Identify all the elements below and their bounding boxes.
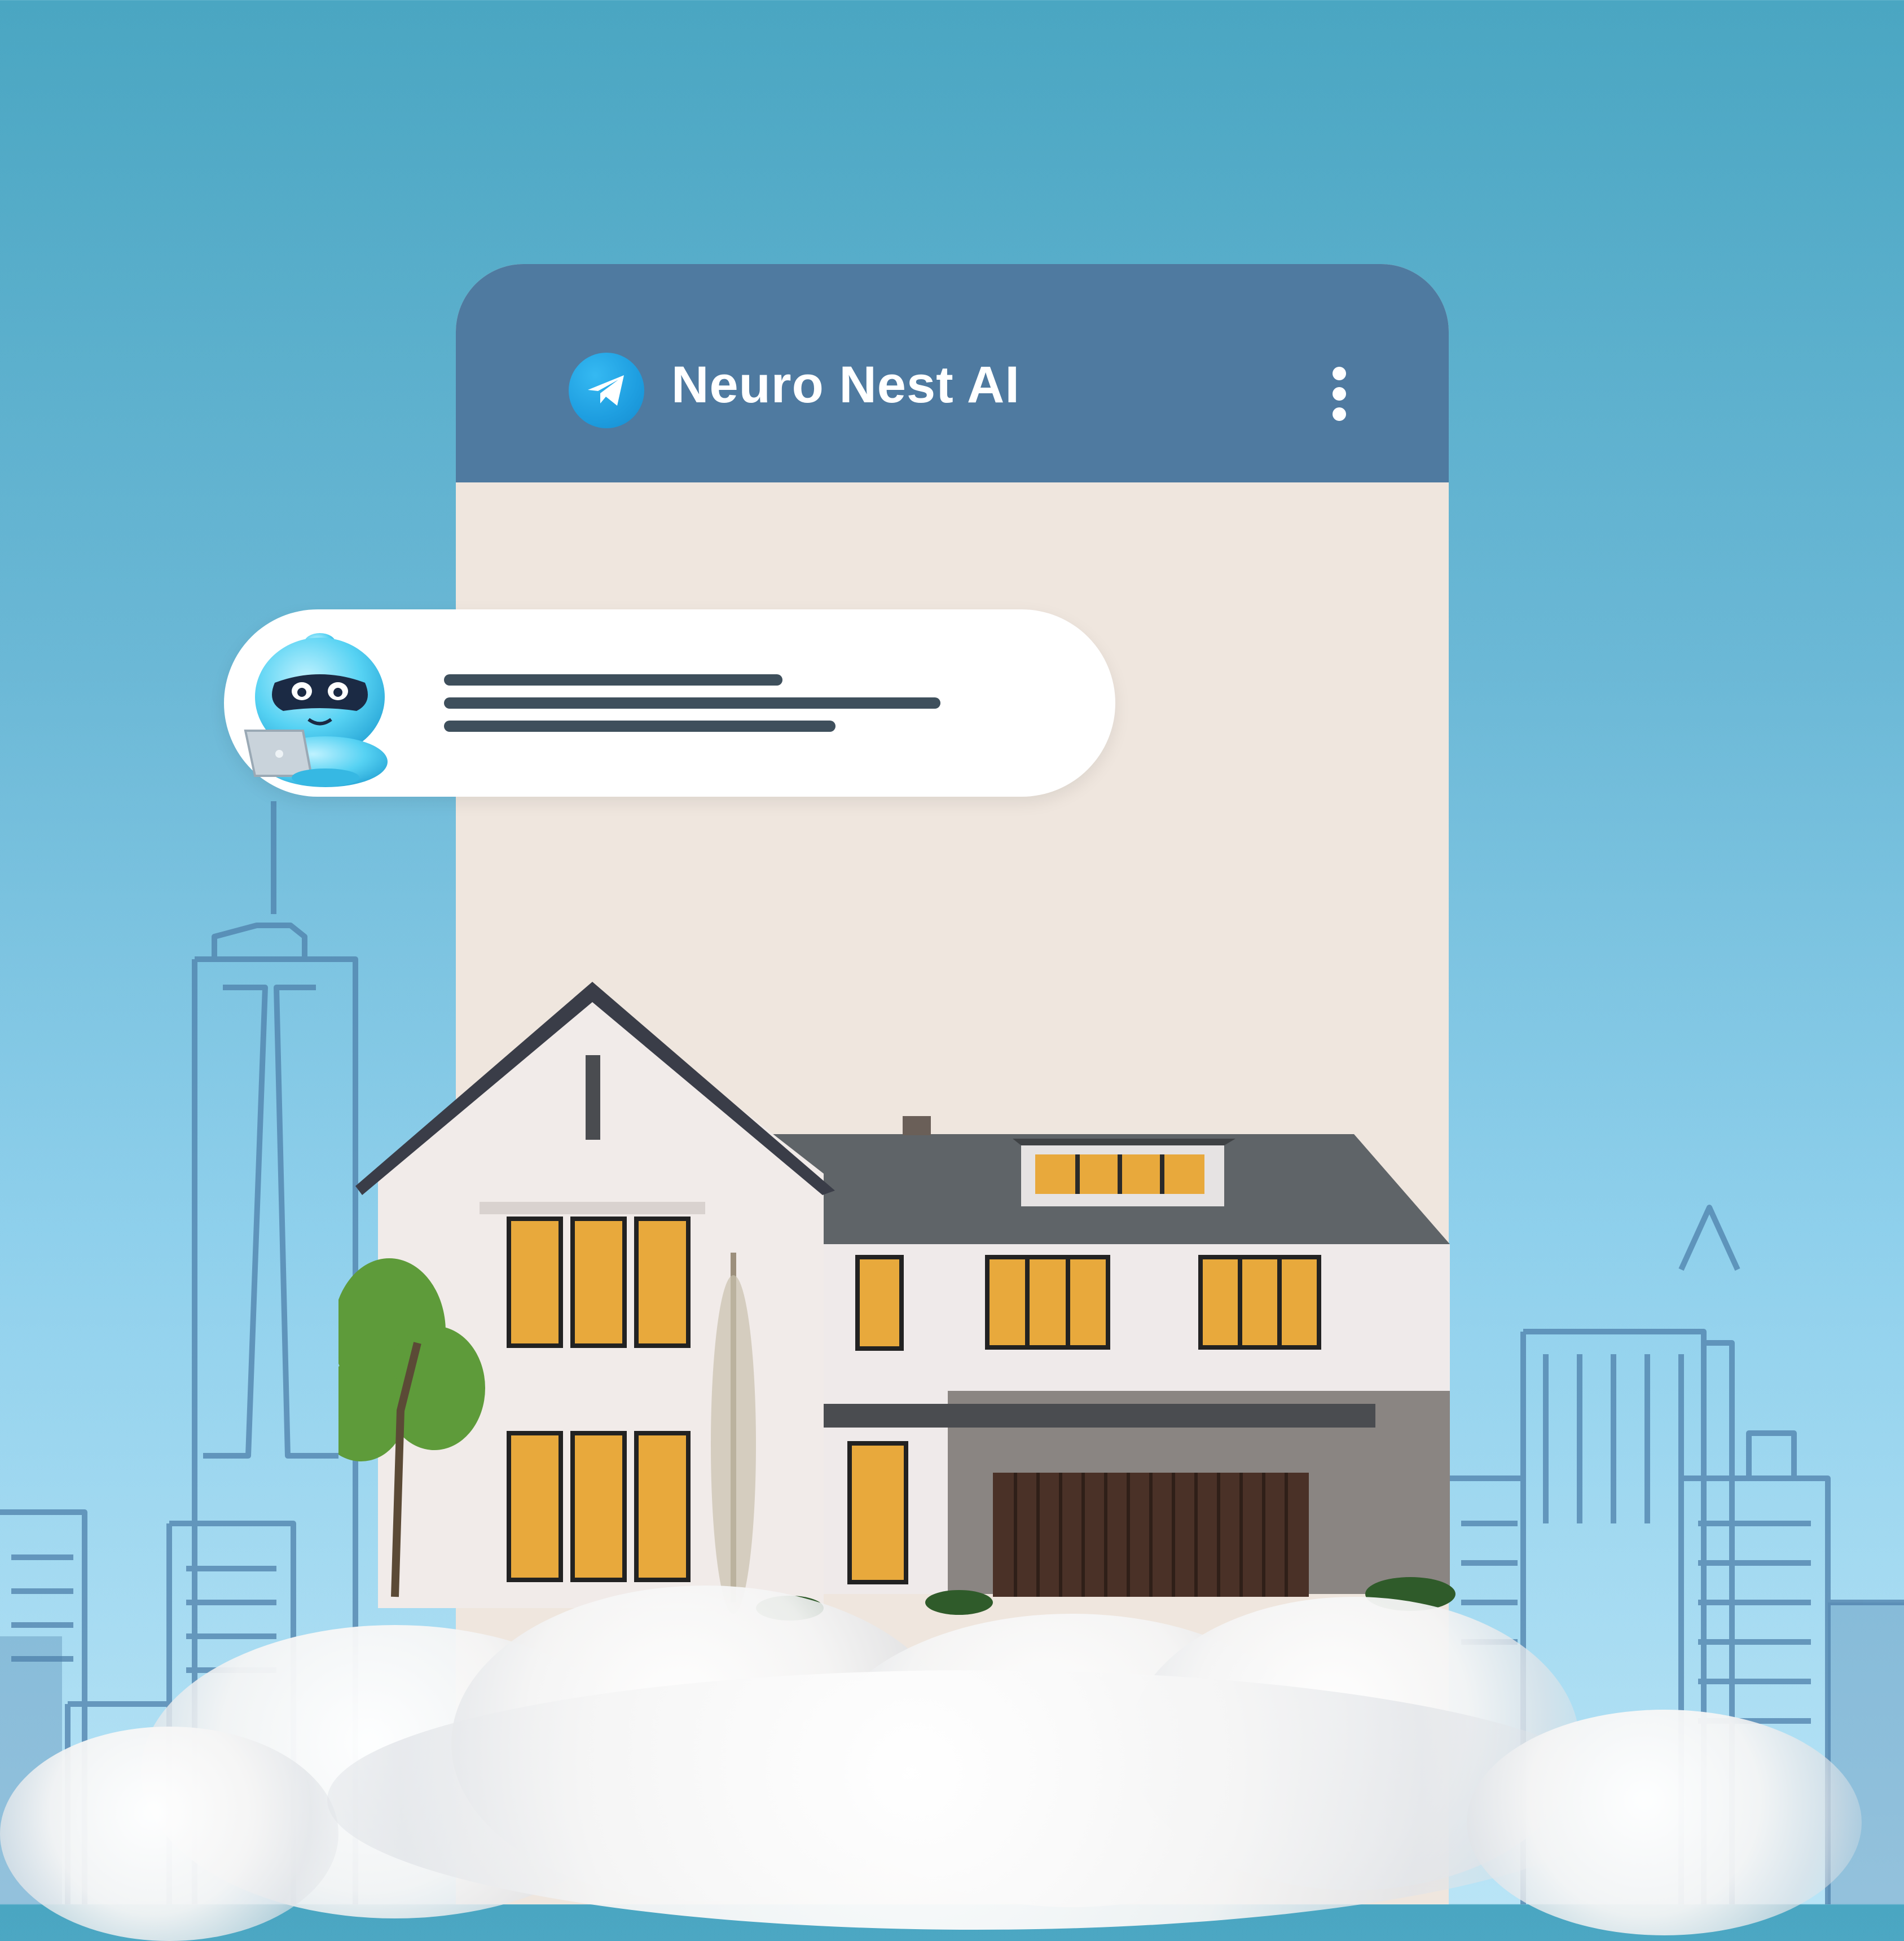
message-text-line bbox=[444, 674, 782, 686]
menu-dot bbox=[1333, 367, 1346, 380]
house-image bbox=[338, 982, 1456, 1621]
chat-message-bubble[interactable] bbox=[224, 609, 1115, 797]
message-text-line bbox=[444, 721, 836, 732]
vertical-dots-icon[interactable] bbox=[1319, 360, 1358, 428]
robot-with-laptop-avatar bbox=[244, 633, 388, 787]
scene: Neuro Nest AI bbox=[0, 0, 1904, 1941]
chat-header: Neuro Nest AI bbox=[456, 264, 1449, 482]
telegram-paper-plane-icon[interactable] bbox=[569, 353, 644, 428]
menu-dot bbox=[1333, 407, 1346, 421]
menu-dot bbox=[1333, 387, 1346, 401]
chat-title: Neuro Nest AI bbox=[671, 356, 1020, 414]
message-text-line bbox=[444, 697, 940, 709]
